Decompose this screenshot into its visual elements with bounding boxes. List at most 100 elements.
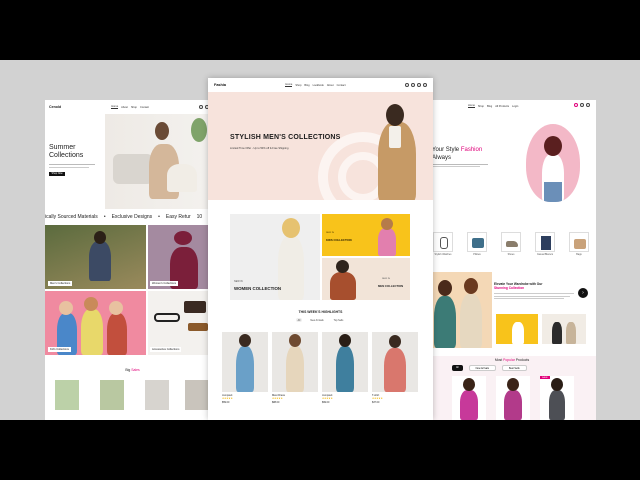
tile-mens-label: Men's Collections xyxy=(48,281,73,286)
center-nav-lookbook[interactable]: Lookbook xyxy=(313,84,324,87)
product-card[interactable]: T-shirt ★★★★★ $37.00 xyxy=(372,332,418,404)
cart-icon[interactable] xyxy=(422,83,427,87)
sale-product-image[interactable] xyxy=(55,380,79,410)
tile-womens-label: Women's Collections xyxy=(150,281,179,286)
big-sales-accent: Sales xyxy=(131,368,140,372)
product-rating: ★★★★★ xyxy=(372,397,383,400)
tile-kids[interactable]: Kid's Collections xyxy=(45,291,146,355)
category-item[interactable]: Stylish Watches xyxy=(432,232,454,256)
center-logo[interactable]: Fashia xyxy=(214,83,226,87)
banner-kids-title: KIDS COLLECTION xyxy=(326,238,352,242)
product-card[interactable]: Jumpsuit ★★★★★ $99.00 xyxy=(322,332,368,404)
category-item[interactable]: Pillows xyxy=(466,232,488,256)
category-item[interactable]: Bags xyxy=(568,232,590,256)
big-sales-title: Big Sales xyxy=(45,368,220,372)
promo-thumb[interactable] xyxy=(496,314,538,344)
category-item[interactable]: Shoes xyxy=(500,232,522,256)
banner-women-collection[interactable]: NEW IN WOMEN COLLECTION xyxy=(230,214,320,300)
right-hero-title: Your Style Fashion Always xyxy=(432,146,482,162)
category-item[interactable]: Casual Blazers xyxy=(534,232,556,256)
right-nav-shop[interactable]: Shop xyxy=(478,105,484,108)
ticker-item: Easy Retur xyxy=(165,214,191,220)
highlights-tabs: All New Arrivals Top Sells xyxy=(208,318,433,322)
left-hero-title-2: Collections xyxy=(49,152,84,159)
right-website-preview: Home Shop Blog All Products Login Your S… xyxy=(428,100,596,420)
product-card[interactable]: Jumpsuit ★★★★★ $59.00 xyxy=(222,332,268,404)
search-icon[interactable] xyxy=(199,105,203,109)
center-nav-home[interactable]: Home xyxy=(285,83,293,87)
cart-icon[interactable] xyxy=(580,103,584,107)
right-nav-login[interactable]: Login xyxy=(512,105,518,108)
center-nav-about[interactable]: About xyxy=(327,84,334,87)
highlights-title: THIS WEEK'S HIGHLIGHTS xyxy=(298,310,343,314)
banner-men-collection[interactable]: NEW IN MEN COLLECTION xyxy=(322,258,410,300)
category-row: Stylish Watches Pillows Shoes Casual Bla… xyxy=(432,232,594,256)
left-hero-title-1: Summer xyxy=(49,144,76,151)
right-hero-image xyxy=(526,124,580,202)
popular-product-image[interactable] xyxy=(452,376,486,420)
popular-product-image[interactable] xyxy=(496,376,530,420)
tile-mens[interactable]: Men's Collections xyxy=(45,225,146,289)
popular-tab-all[interactable]: All xyxy=(452,365,463,371)
category-label: Stylish Watches xyxy=(434,253,452,256)
left-website-preview: Cenold Home About Shop Contact Summer Co… xyxy=(45,100,220,420)
tab-top-sells[interactable]: Top Sells xyxy=(332,318,346,322)
popular-tab-best[interactable]: Best Sells xyxy=(501,365,527,371)
center-nav-contact[interactable]: Contact xyxy=(337,84,346,87)
banner-kids-tag: NEW IN xyxy=(326,232,334,234)
promo-thumb[interactable] xyxy=(542,314,586,344)
search-icon[interactable] xyxy=(404,83,409,87)
tab-all[interactable]: All xyxy=(295,318,303,322)
product-image[interactable] xyxy=(222,332,268,392)
left-hero-shop-button[interactable]: Shop Now xyxy=(49,171,65,176)
center-nav-shop[interactable]: Shop xyxy=(295,84,301,87)
heart-icon[interactable] xyxy=(574,103,578,107)
arrow-right-icon[interactable]: › xyxy=(578,288,588,298)
banner-men-tag: NEW IN xyxy=(382,278,390,280)
left-nav-about[interactable]: About xyxy=(121,106,128,109)
center-hero: STYLISH MEN'S COLLECTIONS Limited Time O… xyxy=(208,92,433,200)
sale-product-image[interactable] xyxy=(100,380,124,410)
popular-product-image[interactable]: SALE xyxy=(540,376,574,420)
center-hero-title: STYLISH MEN'S COLLECTIONS xyxy=(230,134,341,141)
product-image[interactable] xyxy=(372,332,418,392)
heart-icon[interactable] xyxy=(416,83,421,87)
category-label: Bags xyxy=(576,253,582,256)
center-website-preview: Fashia Home Shop Blog Lookbook About Con… xyxy=(208,78,433,420)
product-price: $88.00 xyxy=(272,401,280,404)
screenshot-stage: Cenold Home About Shop Contact Summer Co… xyxy=(0,60,640,420)
user-icon[interactable] xyxy=(586,103,590,107)
product-card[interactable]: Maxi Dress ★★★★★ $88.00 xyxy=(272,332,318,404)
center-hero-subtitle: Limited Time Offer - Up to 50% off & Fre… xyxy=(230,147,289,150)
sale-product-image[interactable] xyxy=(185,380,209,410)
right-nav-blog[interactable]: Blog xyxy=(487,105,492,108)
popular-suffix: Products xyxy=(515,358,530,362)
banner-kids-collection[interactable]: NEW IN KIDS COLLECTION xyxy=(322,214,410,256)
tab-new-arrivals[interactable]: New Arrivals xyxy=(308,318,325,322)
left-nav-home[interactable]: Home xyxy=(111,105,119,109)
center-nav: Home Shop Blog Lookbook About Contact xyxy=(285,83,346,87)
tile-accessories-label: Accessories Collections xyxy=(150,347,182,352)
ticker-item: 10 xyxy=(196,214,203,220)
right-nav: Home Shop Blog All Products Login xyxy=(468,104,518,108)
right-nav-home[interactable]: Home xyxy=(468,104,475,108)
promo-image xyxy=(428,272,492,348)
center-nav-blog[interactable]: Blog xyxy=(304,84,309,87)
popular-prefix: Most xyxy=(494,358,503,362)
right-nav-all-products[interactable]: All Products xyxy=(495,105,509,108)
right-hero-accent: Fashion xyxy=(460,147,483,153)
product-image[interactable] xyxy=(272,332,318,392)
left-nav-contact[interactable]: Contact xyxy=(140,106,149,109)
category-label: Casual Blazers xyxy=(536,253,554,256)
sale-product-image[interactable] xyxy=(145,380,169,410)
left-nav-shop[interactable]: Shop xyxy=(131,106,137,109)
left-hero-image xyxy=(105,114,220,209)
right-hero-line2: Always xyxy=(432,155,452,161)
user-icon[interactable] xyxy=(410,83,415,87)
product-image[interactable] xyxy=(322,332,368,392)
sale-badge: SALE xyxy=(540,376,550,379)
left-logo[interactable]: Cenold xyxy=(49,105,61,109)
promo-text: Elevate Your Wardrobe with Our Stunning … xyxy=(494,282,586,299)
popular-tabs: All New Arrivals Best Sells xyxy=(452,365,527,371)
popular-tab-new[interactable]: New Arrivals xyxy=(468,365,496,371)
